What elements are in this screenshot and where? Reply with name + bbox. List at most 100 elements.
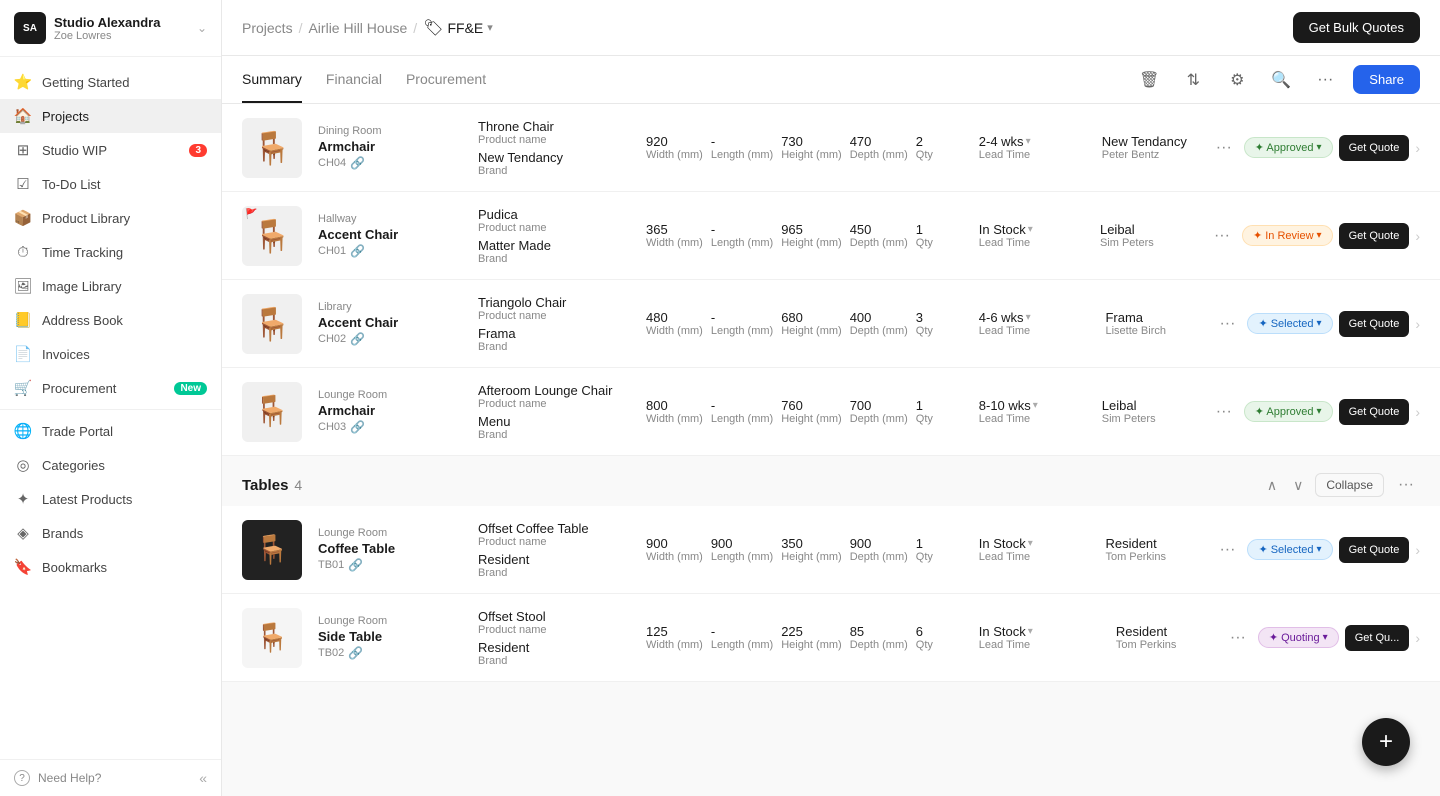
sidebar-item-todo[interactable]: ☑ To-Do List [0,167,221,201]
status-badge[interactable]: ✦ Selected ▾ [1247,313,1332,334]
tables-table: 🪑 Lounge Room Coffee Table TB01 🔗 Offset… [222,506,1440,682]
brand-name: New Tendancy [478,150,638,165]
breadcrumb-project[interactable]: Airlie Hill House [308,20,407,36]
item-main-info: Lounge Room Side Table TB02 🔗 [310,615,470,660]
tab-financial[interactable]: Financial [326,57,382,103]
studio-header[interactable]: SA Studio Alexandra Zoe Lowres ⌄ [0,0,221,57]
row-more-button[interactable]: ··· [1213,311,1241,337]
table-row[interactable]: 🚩 🪑 Hallway Accent Chair CH01 🔗 Pudica P… [222,192,1440,280]
collapse-sidebar-icon[interactable]: « [199,770,207,786]
row-more-button[interactable]: ··· [1208,223,1236,249]
section-chevron-up[interactable]: ∧ [1263,473,1281,498]
trash-icon-button[interactable]: 🗑 [1133,64,1165,96]
get-quote-button[interactable]: Get Quote [1339,135,1410,161]
status-badge[interactable]: ✦ In Review ▾ [1242,225,1333,246]
item-product-info: Pudica Product name Matter Made Brand [478,207,638,265]
spec-width: 920 Width (mm) [646,134,703,161]
status-badge[interactable]: ✦ Quoting ▾ [1258,627,1339,648]
link-icon[interactable]: 🔗 [350,156,365,170]
sidebar-divider [0,409,221,410]
sidebar-item-procurement[interactable]: 🛒 Procurement New [0,371,221,405]
get-quote-button[interactable]: Get Quote [1339,399,1410,425]
sidebar-item-categories[interactable]: ◎ Categories [0,448,221,482]
need-help-button[interactable]: ? Need Help? « [0,759,221,796]
sidebar-item-brands[interactable]: ◈ Brands [0,516,221,550]
table-row[interactable]: 🪑 Dining Room Armchair CH04 🔗 Throne Cha… [222,104,1440,192]
invoice-icon: 📄 [14,345,32,363]
home-icon: 🏠 [14,107,32,125]
breadcrumb-ffe[interactable]: 🏷 FF&E ▾ [423,18,493,38]
row-more-button[interactable]: ··· [1210,135,1238,161]
row-more-button[interactable]: ··· [1213,537,1241,563]
sidebar-item-bookmarks[interactable]: 🔖 Bookmarks [0,550,221,584]
box-icon: 📦 [14,209,32,227]
product-name: Afteroom Lounge Chair [478,383,638,398]
get-quote-button[interactable]: Get Quote [1339,311,1410,337]
row-more-button[interactable]: ··· [1210,399,1238,425]
section-count: 4 [294,477,302,493]
section-chevron-down[interactable]: ∨ [1289,473,1307,498]
brand-label: Brand [478,429,638,441]
status-badge[interactable]: ✦ Selected ▾ [1247,539,1332,560]
table-row[interactable]: 🪑 Lounge Room Coffee Table TB01 🔗 Offset… [222,506,1440,594]
more-icon-button[interactable]: ··· [1309,64,1341,96]
item-code: CH03 🔗 [318,420,470,434]
sort-icon-button[interactable]: ⇅ [1177,64,1209,96]
row-expand-icon[interactable]: › [1415,404,1420,420]
link-icon[interactable]: 🔗 [350,332,365,346]
table-row[interactable]: 🪑 Lounge Room Side Table TB02 🔗 Offset S… [222,594,1440,682]
row-expand-icon[interactable]: › [1415,228,1420,244]
get-quote-button[interactable]: Get Quote [1339,223,1410,249]
row-expand-icon[interactable]: › [1415,140,1420,156]
sidebar-item-studio-wip[interactable]: ⊞ Studio WIP 3 [0,133,221,167]
spec-width: 365 Width (mm) [646,222,703,249]
sidebar-item-image-library[interactable]: 🖼 Image Library [0,269,221,303]
item-code: TB02 🔗 [318,646,470,660]
product-name-label: Product name [478,134,638,146]
breadcrumb-projects[interactable]: Projects [242,20,293,36]
sidebar-item-latest-products[interactable]: ✦ Latest Products [0,482,221,516]
help-icon: ? [14,770,30,786]
studio-info: Studio Alexandra Zoe Lowres [54,15,197,42]
row-more-button[interactable]: ··· [1224,625,1252,651]
item-category: Lounge Room [318,527,470,539]
get-quote-button[interactable]: Get Qu... [1345,625,1410,651]
sidebar-item-getting-started[interactable]: ⭐ Getting Started [0,65,221,99]
section-more-button[interactable]: ··· [1392,472,1420,498]
item-code: CH01 🔗 [318,244,470,258]
sidebar-item-trade-portal[interactable]: 🌐 Trade Portal [0,414,221,448]
filter-icon-button[interactable]: ⚙ [1221,64,1253,96]
item-product-info: Throne Chair Product name New Tendancy B… [478,119,638,177]
row-expand-icon[interactable]: › [1415,542,1420,558]
tab-procurement[interactable]: Procurement [406,57,486,103]
sidebar-item-address-book[interactable]: 📒 Address Book [0,303,221,337]
search-icon-button[interactable]: 🔍 [1265,64,1297,96]
share-button[interactable]: Share [1353,65,1420,94]
sidebar-item-projects[interactable]: 🏠 Projects [0,99,221,133]
row-expand-icon[interactable]: › [1415,630,1420,646]
sidebar-item-time-tracking[interactable]: ⏱ Time Tracking [0,235,221,269]
item-code: CH02 🔗 [318,332,470,346]
spec-length: - Length (mm) [711,134,773,161]
table-row[interactable]: 🪑 Lounge Room Armchair CH03 🔗 Afteroom L… [222,368,1440,456]
link-icon[interactable]: 🔗 [350,244,365,258]
tab-summary[interactable]: Summary [242,57,302,103]
brand-name: Frama [478,326,638,341]
book-icon: 📒 [14,311,32,329]
link-icon[interactable]: 🔗 [348,646,363,660]
status-badge[interactable]: ✦ Approved ▾ [1244,137,1333,158]
status-badge[interactable]: ✦ Approved ▾ [1244,401,1333,422]
breadcrumb: Projects / Airlie Hill House / 🏷 FF&E ▾ [242,18,493,38]
link-icon[interactable]: 🔗 [348,558,363,572]
sidebar-item-product-library[interactable]: 📦 Product Library [0,201,221,235]
get-quote-button[interactable]: Get Quote [1339,537,1410,563]
link-icon[interactable]: 🔗 [350,420,365,434]
item-assignee: Leibal Sim Peters [1102,398,1202,425]
fab-add-button[interactable]: + [1362,718,1410,766]
collapse-section-button[interactable]: Collapse [1315,473,1384,497]
item-assignee: Resident Tom Perkins [1116,624,1216,651]
row-expand-icon[interactable]: › [1415,316,1420,332]
bulk-quotes-button[interactable]: Get Bulk Quotes [1293,12,1420,43]
table-row[interactable]: 🪑 Library Accent Chair CH02 🔗 Triangolo … [222,280,1440,368]
sidebar-item-invoices[interactable]: 📄 Invoices [0,337,221,371]
